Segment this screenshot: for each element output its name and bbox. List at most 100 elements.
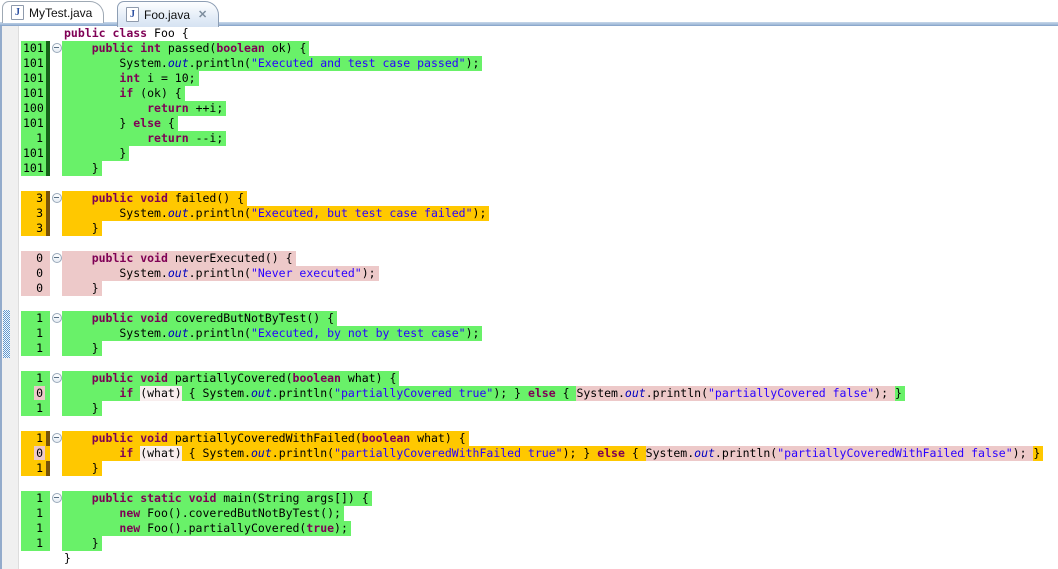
code-text: public void partiallyCoveredWithFailed(b… <box>62 431 469 446</box>
close-icon[interactable]: ✕ <box>198 8 207 21</box>
code-line[interactable] <box>0 416 1058 431</box>
code-text: System.out.println("Executed, but test c… <box>62 206 489 221</box>
code-text: } <box>62 161 102 176</box>
code-line[interactable] <box>0 236 1058 251</box>
code-line[interactable]: 101 if (ok) { <box>0 86 1058 101</box>
code-text: new Foo().coveredButNotByTest(); <box>62 506 344 521</box>
coverage-change-bar <box>46 431 50 446</box>
code-line[interactable]: 1 } <box>0 536 1058 551</box>
code-text: } <box>62 146 129 161</box>
fold-minus-icon[interactable] <box>52 373 62 383</box>
code-line[interactable]: 1 public void coveredButNotByTest() { <box>0 311 1058 326</box>
code-line[interactable]: 1 } <box>0 401 1058 416</box>
fold-minus-icon[interactable] <box>52 253 62 263</box>
code-line[interactable]: 100 return ++i; <box>0 101 1058 116</box>
code-line[interactable]: 3 } <box>0 221 1058 236</box>
fold-minus-icon[interactable] <box>52 433 62 443</box>
code-line[interactable] <box>0 296 1058 311</box>
code-line[interactable]: 1 new Foo().coveredButNotByTest(); <box>0 506 1058 521</box>
code-text: public class Foo { <box>62 26 192 41</box>
coverage-count: 1 <box>21 506 50 521</box>
code-text: } else { <box>62 116 178 131</box>
coverage-change-bar <box>46 116 50 131</box>
fold-minus-icon[interactable] <box>52 43 62 53</box>
code-line[interactable]: 101 public int passed(boolean ok) { <box>0 41 1058 56</box>
code-line[interactable]: 1 public void partiallyCovered(boolean w… <box>0 371 1058 386</box>
coverage-count: 1 <box>21 491 50 506</box>
code-text: } <box>62 341 102 356</box>
coverage-change-bar <box>46 461 50 476</box>
code-text: } <box>62 221 102 236</box>
coverage-count: 1 <box>21 521 50 536</box>
code-line[interactable]: 1 return --i; <box>0 131 1058 146</box>
coverage-count: 0 <box>21 266 50 281</box>
code-line[interactable]: 0 System.out.println("Never executed"); <box>0 266 1058 281</box>
java-file-icon: J <box>126 7 139 22</box>
code-line[interactable]: 1 } <box>0 461 1058 476</box>
code-line[interactable]: 1 System.out.println("Executed, by not b… <box>0 326 1058 341</box>
coverage-change-bar <box>46 86 50 101</box>
coverage-count: 1 <box>21 326 50 341</box>
code-text: public void neverExecuted() { <box>62 251 296 266</box>
code-text: } <box>62 536 102 551</box>
fold-minus-icon[interactable] <box>52 313 62 323</box>
code-text: } <box>62 461 102 476</box>
code-line[interactable]: 0 if (what) { System.out.println("partia… <box>0 386 1058 401</box>
code-line[interactable]: 101 System.out.println("Executed and tes… <box>0 56 1058 71</box>
code-editor[interactable]: public class Foo {101 public int passed(… <box>0 26 1058 569</box>
code-line[interactable]: 101 int i = 10; <box>0 71 1058 86</box>
code-line[interactable]: 1 public static void main(String args[])… <box>0 491 1058 506</box>
code-text: } <box>62 281 102 296</box>
code-line[interactable]: 0 } <box>0 281 1058 296</box>
code-text: public void partiallyCovered(boolean wha… <box>62 371 399 386</box>
code-text: public void coveredButNotByTest() { <box>62 311 337 326</box>
tab-mytest-java[interactable]: J MyTest.java <box>2 1 104 23</box>
code-line[interactable] <box>0 476 1058 491</box>
code-line[interactable]: 1 public void partiallyCoveredWithFailed… <box>0 431 1058 446</box>
code-text: public int passed(boolean ok) { <box>62 41 309 56</box>
code-line[interactable]: 3 public void failed() { <box>0 191 1058 206</box>
coverage-count: 0 <box>21 386 50 401</box>
coverage-change-bar <box>46 221 50 236</box>
code-line[interactable]: 101 } <box>0 161 1058 176</box>
code-line[interactable]: 1 new Foo().partiallyCovered(true); <box>0 521 1058 536</box>
code-line[interactable]: 3 System.out.println("Executed, but test… <box>0 206 1058 221</box>
coverage-count: 1 <box>21 401 50 416</box>
code-text: return --i; <box>62 131 226 146</box>
fold-minus-icon[interactable] <box>52 193 62 203</box>
code-text: public static void main(String args[]) { <box>62 491 372 506</box>
code-text: System.out.println("Executed, by not by … <box>62 326 482 341</box>
tab-foo-java[interactable]: J Foo.java ✕ <box>117 1 219 27</box>
code-text: if (what) { System.out.println("partiall… <box>62 386 905 401</box>
code-text: System.out.println("Never executed"); <box>62 266 379 281</box>
coverage-change-bar <box>46 161 50 176</box>
coverage-change-bar <box>46 71 50 86</box>
coverage-change-bar <box>46 146 50 161</box>
code-line[interactable]: 101 } else { <box>0 116 1058 131</box>
editor-tab-bar: J MyTest.java J Foo.java ✕ <box>0 0 1058 26</box>
eclipse-editor-window: J MyTest.java J Foo.java ✕ public class … <box>0 0 1058 569</box>
code-text: new Foo().partiallyCovered(true); <box>62 521 351 536</box>
code-line[interactable]: 0 if (what) { System.out.println("partia… <box>0 446 1058 461</box>
code-line[interactable] <box>0 176 1058 191</box>
tab-label: MyTest.java <box>29 6 92 20</box>
coverage-change-bar <box>46 56 50 71</box>
code-text: if (what) { System.out.println("partiall… <box>62 446 1043 461</box>
code-line[interactable]: public class Foo { <box>0 26 1058 41</box>
coverage-change-bar <box>46 41 50 56</box>
coverage-count: 1 <box>21 341 50 356</box>
coverage-count: 0 <box>21 281 50 296</box>
code-line[interactable]: } <box>0 551 1058 566</box>
code-text: System.out.println("Executed and test ca… <box>62 56 482 71</box>
coverage-change-bar <box>46 101 50 116</box>
code-line[interactable]: 0 public void neverExecuted() { <box>0 251 1058 266</box>
code-line[interactable]: 1 } <box>0 341 1058 356</box>
coverage-count: 1 <box>21 371 50 386</box>
coverage-count: 0 <box>21 251 50 266</box>
fold-minus-icon[interactable] <box>52 493 62 503</box>
code-line[interactable] <box>0 356 1058 371</box>
coverage-count: 1 <box>21 311 50 326</box>
code-text: public void failed() { <box>62 191 247 206</box>
code-text: } <box>62 401 102 416</box>
code-line[interactable]: 101 } <box>0 146 1058 161</box>
